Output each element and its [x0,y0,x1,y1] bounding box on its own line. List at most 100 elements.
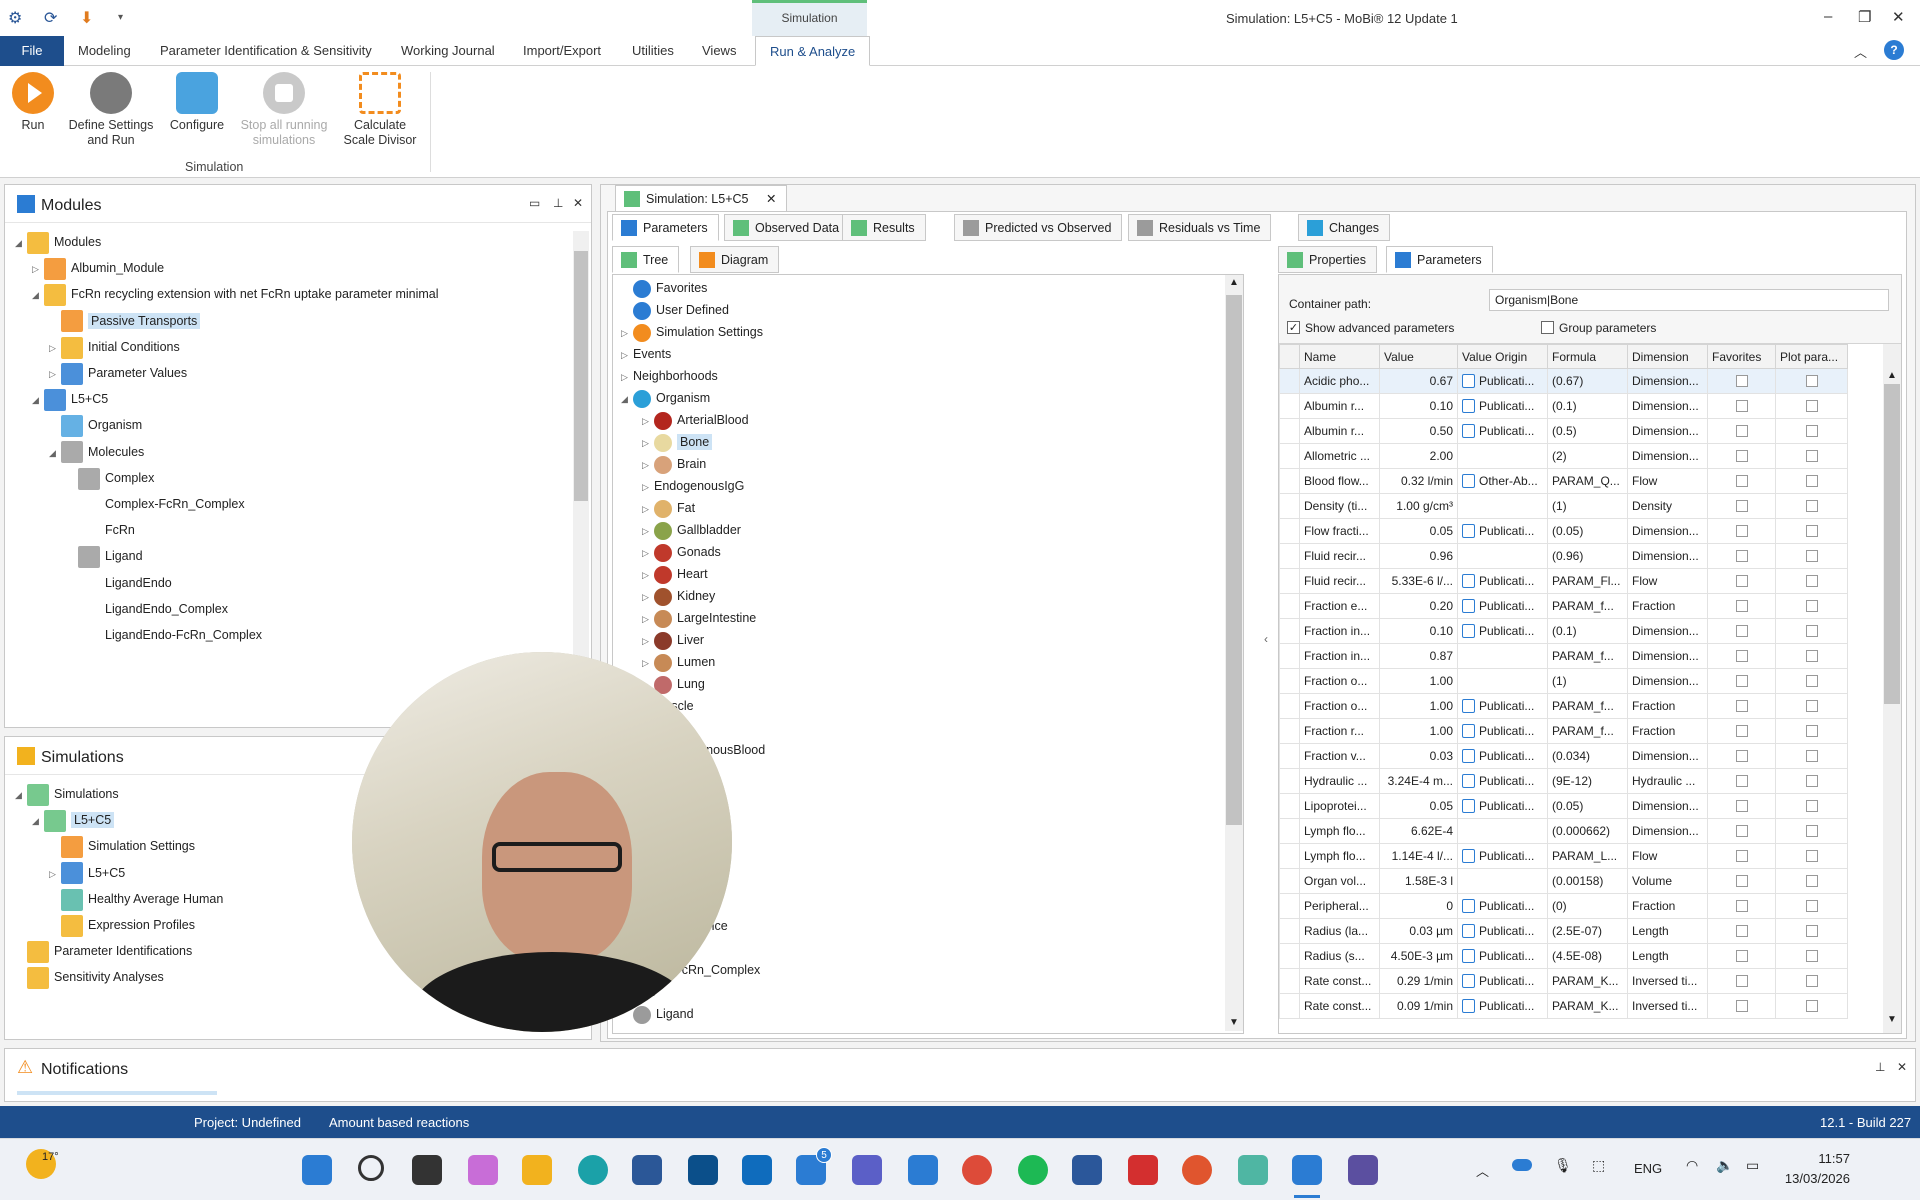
plot-parameter-checkbox[interactable] [1805,950,1818,962]
favorite-checkbox[interactable] [1735,525,1748,537]
favorite-checkbox[interactable] [1735,750,1748,762]
row-indicator[interactable] [1279,443,1300,469]
row-indicator[interactable] [1279,568,1300,594]
close-button[interactable]: ✕ [1892,8,1905,26]
table-row[interactable]: Radius (la... 0.03 µm Publicati... (2.5E-07… [1279,918,1848,944]
subtab-changes[interactable]: Changes [1298,214,1391,241]
param-value-cell[interactable]: 0.05 [1379,793,1458,819]
param-formula-cell[interactable]: (0.034) [1547,743,1628,769]
document-tab[interactable]: Simulation: L5+C5 ✕ [615,185,788,212]
param-name-cell[interactable]: Radius (s... [1299,943,1380,969]
plot-parameter-checkbox[interactable] [1805,725,1818,737]
row-indicator[interactable] [1279,943,1300,969]
param-dimension-cell[interactable]: Dimension... [1627,743,1708,769]
menu-utilities[interactable]: Utilities [618,36,688,66]
plot-parameter-checkbox[interactable] [1805,925,1818,937]
param-formula-cell[interactable]: (2.5E-07) [1547,918,1628,944]
param-value-cell[interactable]: 0.03 [1379,743,1458,769]
row-indicator[interactable] [1279,468,1300,494]
param-value-cell[interactable]: 3.24E-4 m... [1379,768,1458,794]
param-dimension-cell[interactable]: Density [1627,493,1708,519]
favorite-checkbox[interactable] [1735,950,1748,962]
favorite-checkbox[interactable] [1735,700,1748,712]
param-dimension-cell[interactable]: Dimension... [1627,643,1708,669]
clock-date[interactable]: 13/03/2026 [1780,1171,1850,1186]
plot-parameter-checkbox[interactable] [1805,875,1818,887]
tree-item[interactable]: ◢ L5+C5 [32,388,108,411]
table-row[interactable]: Fraction r... 1.00 Publicati... PARAM_f... F… [1279,718,1848,744]
tree-item[interactable]: Parameter Identifications [15,940,192,963]
organism-tree-item[interactable]: User Defined [621,299,729,321]
menu-parameter-identification[interactable]: Parameter Identification & Sensitivity [146,36,386,66]
row-indicator[interactable] [1279,493,1300,519]
favorite-checkbox[interactable] [1735,975,1748,987]
param-value-cell[interactable]: 1.58E-3 l [1379,868,1458,894]
expand-arrow-icon[interactable]: ▷ [642,432,654,454]
panel-pin-icon[interactable]: ⊥ [553,196,563,210]
param-dimension-cell[interactable]: Fraction [1627,893,1708,919]
row-indicator[interactable] [1279,993,1300,1019]
tree-item[interactable]: Simulation Settings [49,835,195,859]
tree-item[interactable]: ▷ Albumin_Module [32,257,164,280]
plot-parameter-checkbox[interactable] [1805,675,1818,687]
subtab-parameters[interactable]: Parameters [612,214,719,241]
favorite-checkbox[interactable] [1735,925,1748,937]
param-origin-cell[interactable] [1457,443,1548,469]
param-dimension-cell[interactable]: Inversed ti... [1627,993,1708,1019]
row-indicator[interactable] [1279,868,1300,894]
collapse-arrow-icon[interactable]: ◢ [15,232,27,254]
organism-tree-item[interactable]: ▷ Gonads [642,541,721,563]
subtab-results[interactable]: Results [842,214,926,241]
column-header[interactable]: Plot para... [1775,344,1848,369]
expand-arrow-icon[interactable]: ▷ [642,542,654,564]
expand-arrow-icon[interactable]: ▷ [642,410,654,432]
expand-arrow-icon[interactable]: ▷ [642,630,654,652]
param-formula-cell[interactable]: PARAM_L... [1547,843,1628,869]
plot-parameter-checkbox[interactable] [1805,375,1818,387]
outlook-icon[interactable] [742,1155,772,1185]
plot-parameter-checkbox[interactable] [1805,425,1818,437]
calendar-icon[interactable] [908,1155,938,1185]
organism-tree-item[interactable]: ▷ Fat [642,497,695,519]
favorite-checkbox[interactable] [1735,600,1748,612]
parameters-grid-scrollbar[interactable]: ▲ ▼ [1883,344,1901,1033]
collapse-arrow-icon[interactable]: ◢ [621,388,633,410]
collapse-arrow-icon[interactable]: ◢ [49,442,61,464]
wifi-icon[interactable]: ◠ [1686,1157,1698,1174]
param-dimension-cell[interactable]: Dimension... [1627,793,1708,819]
param-dimension-cell[interactable]: Flow [1627,468,1708,494]
param-name-cell[interactable]: Albumin r... [1299,418,1380,444]
favorite-checkbox[interactable] [1735,650,1748,662]
param-name-cell[interactable]: Lymph flo... [1299,818,1380,844]
tree-item[interactable]: ▷ Initial Conditions [49,336,180,359]
menu-working-journal[interactable]: Working Journal [387,36,509,66]
param-formula-cell[interactable]: (0) [1547,893,1628,919]
table-row[interactable]: Lipoprotei... 0.05 Publicati... (0.05) Dimen… [1279,793,1848,819]
param-value-cell[interactable]: 0.10 [1379,393,1458,419]
param-dimension-cell[interactable]: Dimension... [1627,393,1708,419]
favorite-checkbox[interactable] [1735,450,1748,462]
tree-item[interactable]: ▷ Parameter Values [49,362,187,385]
param-formula-cell[interactable]: PARAM_f... [1547,718,1628,744]
param-name-cell[interactable]: Fraction e... [1299,593,1380,619]
param-name-cell[interactable]: Allometric ... [1299,443,1380,469]
tree-item[interactable]: LigandEndo-FcRn_Complex [66,624,262,647]
plot-parameter-checkbox[interactable] [1805,850,1818,862]
param-value-cell[interactable]: 0 [1379,893,1458,919]
tree-item[interactable]: Organism [49,414,142,438]
row-indicator[interactable] [1279,518,1300,544]
column-header[interactable]: Dimension [1627,344,1708,369]
param-origin-cell[interactable]: Publicati... [1457,918,1548,944]
document-tab-close-icon[interactable]: ✕ [766,192,776,206]
expand-arrow-icon[interactable]: ▷ [642,454,654,476]
param-origin-cell[interactable]: Publicati... [1457,768,1548,794]
param-value-cell[interactable]: 0.03 µm [1379,918,1458,944]
organism-tree-item[interactable]: ▷ Brain [642,453,706,475]
collapse-arrow-icon[interactable]: ◢ [32,284,44,306]
table-row[interactable]: Albumin r... 0.50 Publicati... (0.5) Dimensi… [1279,418,1848,444]
plot-parameter-checkbox[interactable] [1805,550,1818,562]
param-name-cell[interactable]: Acidic pho... [1299,368,1380,394]
favorite-checkbox[interactable] [1735,550,1748,562]
param-name-cell[interactable]: Radius (la... [1299,918,1380,944]
minimize-button[interactable]: – [1824,8,1832,25]
